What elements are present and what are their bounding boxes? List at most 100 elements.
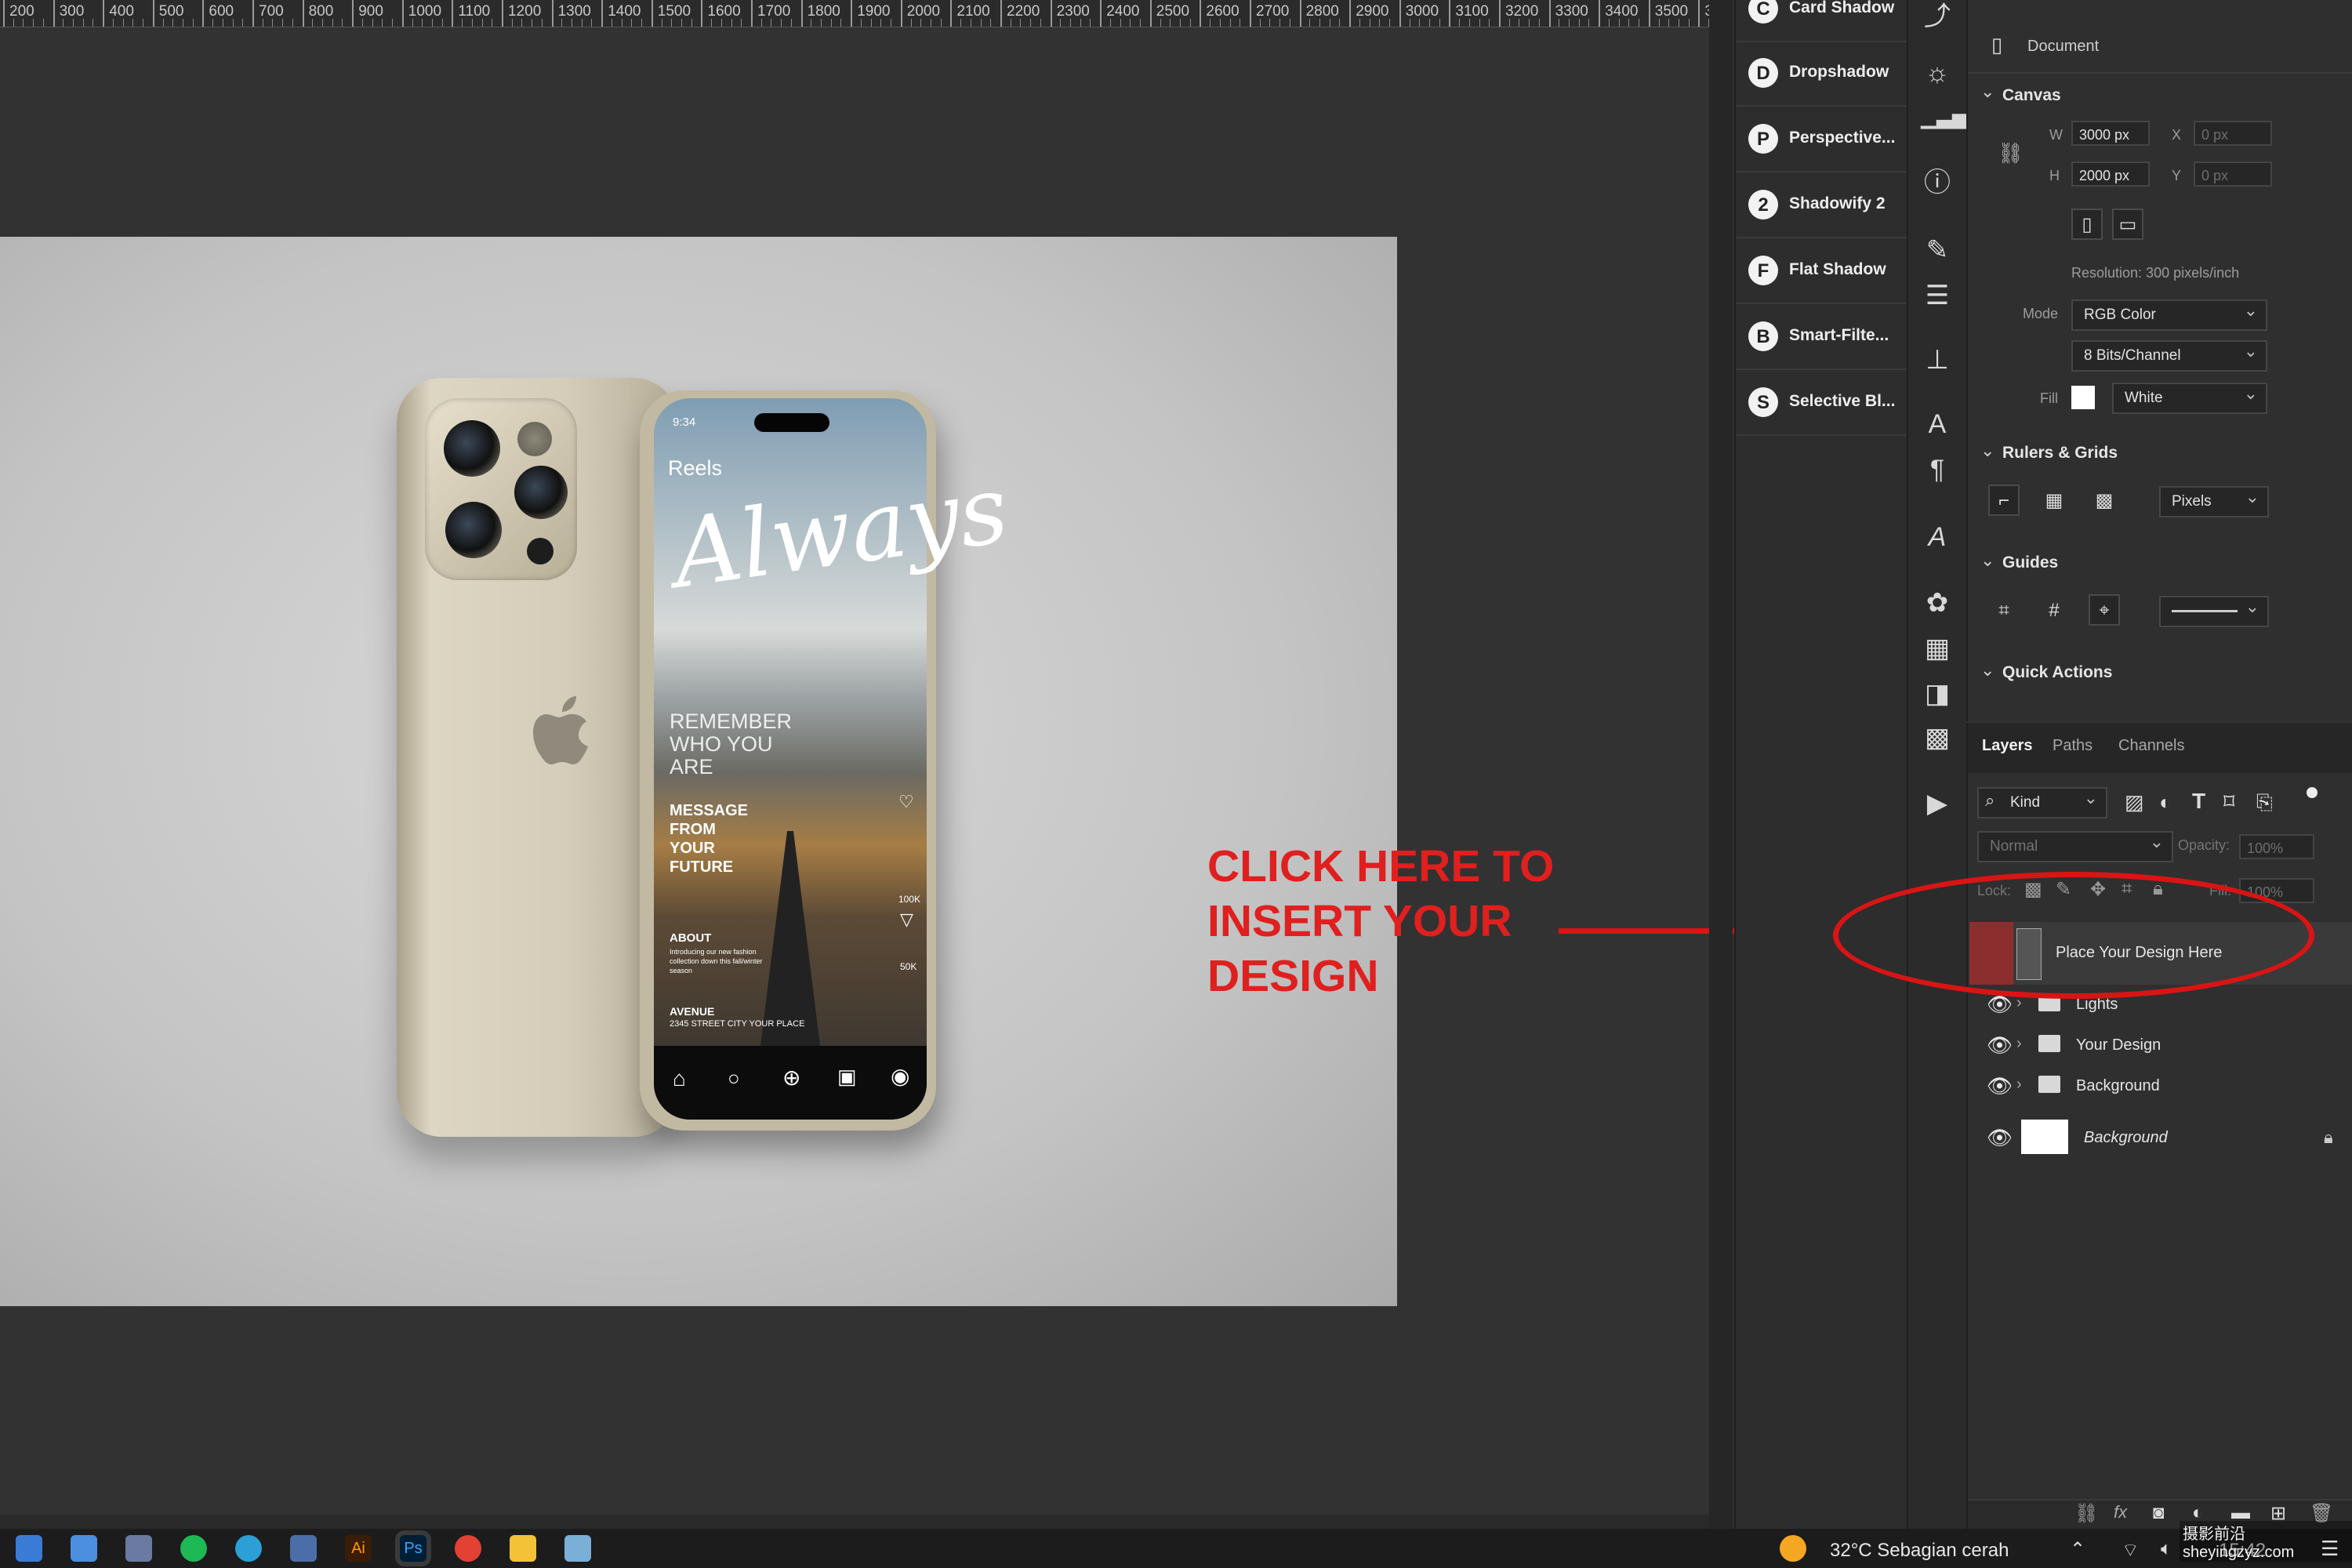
canvas-section-title[interactable]: Canvas: [2002, 86, 2061, 105]
plugin-item[interactable]: C Card Shadow: [1736, 0, 1907, 42]
layer-row-background-group[interactable]: 👁︎ › Background: [1969, 1066, 2352, 1107]
weather-text[interactable]: 32°C Sebagian cerah: [1830, 1540, 2009, 1562]
clone-source-icon[interactable]: ⊥: [1921, 343, 1954, 376]
eye-icon[interactable]: 👁︎: [1987, 1074, 2013, 1098]
height-input[interactable]: 2000 px: [2071, 162, 2150, 187]
chevron-down-icon[interactable]: ⌄: [1980, 82, 1994, 102]
steam-icon[interactable]: [290, 1535, 317, 1562]
plugin-item[interactable]: S Selective Bl...: [1736, 370, 1907, 436]
eye-icon[interactable]: 👁︎: [1987, 1126, 2013, 1150]
swatches-icon[interactable]: ▦: [1921, 632, 1954, 665]
filter-adjustment-icon[interactable]: ◐: [2159, 790, 2172, 815]
opacity-input[interactable]: 100%: [2239, 834, 2314, 859]
guide-style-select[interactable]: [2159, 593, 2269, 627]
ruler-tick-label: 1200: [508, 3, 542, 20]
filter-toggle-icon[interactable]: [2307, 787, 2318, 798]
volume-icon[interactable]: 🔈︎: [2161, 1538, 2172, 1560]
horizontal-scrollbar[interactable]: [0, 1515, 1709, 1529]
chevron-down-icon[interactable]: ⌄: [1980, 441, 1994, 461]
x-input[interactable]: 0 px: [2194, 121, 2272, 146]
paragraph-icon[interactable]: ¶: [1921, 453, 1954, 486]
eye-icon[interactable]: 👁︎: [1987, 1033, 2013, 1058]
filter-pixel-icon[interactable]: ▨: [2125, 790, 2144, 815]
notifications-icon[interactable]: ☰: [2321, 1537, 2339, 1561]
quick-actions-section-title[interactable]: Quick Actions: [2002, 663, 2112, 682]
plugin-item[interactable]: 2 Shadowify 2: [1736, 172, 1907, 238]
smart-guides-icon[interactable]: #: [2038, 594, 2070, 626]
guides-section-title[interactable]: Guides: [2002, 554, 2058, 572]
blend-mode-select[interactable]: Normal: [1977, 828, 2173, 862]
filter-type-icon[interactable]: T: [2192, 789, 2205, 814]
rulers-grids-section-title[interactable]: Rulers & Grids: [2002, 444, 2118, 463]
tab-paths[interactable]: Paths: [2053, 737, 2092, 755]
layer-row-your-design[interactable]: 👁︎ › Your Design: [1969, 1025, 2352, 1066]
patterns-icon[interactable]: ▩: [1921, 721, 1954, 754]
chevron-down-icon[interactable]: ⌄: [1980, 550, 1994, 571]
chevron-right-icon[interactable]: ›: [2016, 1035, 2022, 1053]
grid-toggle-icon[interactable]: ▦: [2038, 485, 2070, 516]
guides-icon[interactable]: ⌗: [1988, 594, 2020, 626]
filter-smart-object-icon[interactable]: ⎘: [2256, 790, 2273, 815]
glyphs-icon[interactable]: A: [1921, 521, 1954, 554]
landscape-orientation-icon[interactable]: ▭: [2112, 209, 2143, 240]
tray-chevron-icon[interactable]: ⌃: [2070, 1538, 2085, 1561]
color-palette-icon[interactable]: ✿: [1921, 586, 1954, 619]
tab-channels[interactable]: Channels: [2118, 737, 2185, 755]
layer-filter-kind-select[interactable]: Kind: [1977, 784, 2107, 818]
network-icon[interactable]: ⌔: [2122, 1538, 2140, 1562]
ruler-minor-tick: [1319, 19, 1321, 27]
mail-icon[interactable]: [71, 1535, 97, 1562]
lock-icon[interactable]: 🔒︎: [2324, 1127, 2333, 1148]
fill-select[interactable]: White: [2112, 379, 2267, 414]
brush-settings-icon[interactable]: ✎: [1921, 234, 1954, 267]
histogram-icon[interactable]: ▁▃▅: [1921, 100, 1968, 133]
portrait-orientation-icon[interactable]: ▯: [2071, 209, 2103, 240]
pixel-grid-icon[interactable]: ▩: [2089, 485, 2120, 516]
weather-icon[interactable]: [1780, 1535, 1806, 1562]
tab-layers[interactable]: Layers: [1982, 737, 2033, 755]
ruler-tick-label: 600: [209, 3, 234, 20]
info-icon[interactable]: ⓘ: [1921, 166, 1954, 199]
character-icon[interactable]: A: [1921, 408, 1954, 441]
ruler-tick-label: 1100: [458, 3, 491, 20]
adjustments-sun-icon[interactable]: ☼: [1921, 56, 1954, 89]
fx-icon[interactable]: fx: [2114, 1502, 2127, 1523]
plugin-item[interactable]: F Flat Shadow: [1736, 238, 1907, 304]
link-dimensions-icon[interactable]: ⛓: [1998, 141, 2024, 165]
spotify-icon[interactable]: [180, 1535, 207, 1562]
layer-row-background[interactable]: 👁︎ Background 🔒︎: [1969, 1113, 2352, 1163]
chrome-icon[interactable]: [455, 1535, 481, 1562]
notepad-icon[interactable]: [564, 1535, 591, 1562]
actions-play-icon[interactable]: ▶: [1921, 787, 1954, 820]
ruler-tick: 500: [152, 0, 184, 27]
ruler-tick: 1200: [502, 0, 541, 27]
ruler-minor-tick: [1170, 19, 1171, 27]
chevron-right-icon[interactable]: ›: [2016, 1076, 2022, 1094]
illustrator-icon[interactable]: Ai: [345, 1535, 372, 1562]
edge-icon[interactable]: [235, 1535, 262, 1562]
bit-depth-select[interactable]: 8 Bits/Channel: [2071, 337, 2267, 372]
app-icon[interactable]: [125, 1535, 152, 1562]
color-mode-select[interactable]: RGB Color: [2071, 296, 2267, 331]
ruler-tick-label: 500: [158, 3, 184, 20]
history-brush-icon[interactable]: ⤴: [1921, 0, 1954, 33]
width-input[interactable]: 3000 px: [2071, 121, 2150, 146]
gradients-icon[interactable]: ◨: [1921, 677, 1954, 710]
link-layers-icon[interactable]: ⛓: [2074, 1502, 2098, 1525]
start-icon[interactable]: [16, 1535, 42, 1562]
plugin-item[interactable]: P Perspective...: [1736, 107, 1907, 172]
adjust-sliders-icon[interactable]: ☰: [1921, 279, 1954, 312]
chevron-down-icon[interactable]: ⌄: [1980, 660, 1994, 681]
photoshop-icon[interactable]: Ps: [395, 1530, 431, 1566]
filter-shape-icon[interactable]: ⌑: [2223, 789, 2234, 815]
ruler-units-select[interactable]: Pixels: [2159, 483, 2269, 517]
fill-swatch[interactable]: [2071, 386, 2095, 409]
vertical-scrollbar[interactable]: [1709, 0, 1733, 1529]
ruler-toggle-icon[interactable]: ⌐: [1988, 485, 2020, 516]
plugin-item[interactable]: B Smart-Filte...: [1736, 304, 1907, 370]
new-guide-layout-icon[interactable]: ⌖: [2089, 594, 2120, 626]
y-input[interactable]: 0 px: [2194, 162, 2272, 187]
plugin-item[interactable]: D Dropshadow: [1736, 41, 1907, 107]
add-mask-icon[interactable]: ◙: [2153, 1502, 2165, 1524]
file-explorer-icon[interactable]: [510, 1535, 536, 1562]
